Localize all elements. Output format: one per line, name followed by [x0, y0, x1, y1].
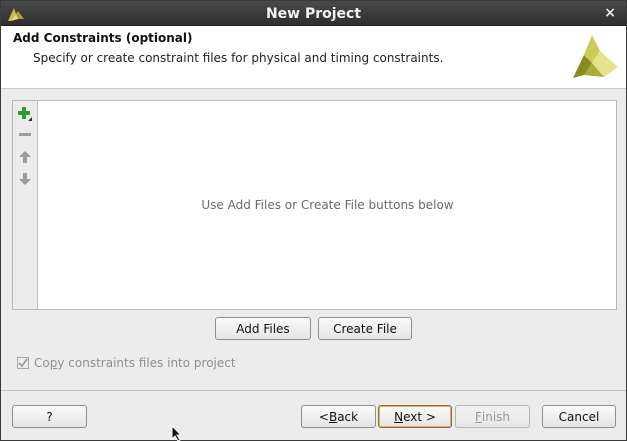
back-button[interactable]: < Back — [301, 405, 376, 428]
help-button[interactable]: ? — [12, 405, 87, 428]
remove-icon[interactable] — [15, 125, 35, 145]
close-icon[interactable]: × — [604, 5, 616, 21]
create-file-button[interactable]: Create File — [318, 317, 412, 340]
page-title: Add Constraints (optional) — [13, 31, 193, 45]
arrow-up-icon[interactable] — [15, 147, 35, 167]
copy-constraints-option[interactable]: Copy constraints files into project — [17, 355, 236, 371]
next-button[interactable]: Next > — [378, 405, 452, 428]
add-icon[interactable] — [15, 104, 35, 124]
files-toolbar — [13, 101, 38, 309]
window-title: New Project — [265, 6, 362, 22]
title-bar[interactable]: New Project × — [1, 1, 626, 26]
wizard-header: Add Constraints (optional) Specify or cr… — [1, 26, 626, 89]
page-description: Specify or create constraint files for p… — [33, 51, 444, 65]
add-files-button[interactable]: Add Files — [215, 317, 311, 340]
copy-constraints-checkbox[interactable] — [17, 357, 29, 369]
arrow-down-icon[interactable] — [15, 169, 35, 189]
footer-divider — [1, 390, 626, 391]
cancel-button[interactable]: Cancel — [542, 405, 616, 428]
copy-constraints-label: Copy constraints files into project — [34, 356, 236, 370]
new-project-dialog: New Project × Add Constraints (optional)… — [0, 0, 627, 441]
mouse-cursor-icon — [171, 425, 183, 441]
checkmark-icon — [18, 358, 28, 368]
constraint-files-panel[interactable]: Use Add Files or Create File buttons bel… — [12, 100, 617, 310]
finish-button[interactable]: Finish — [455, 405, 530, 428]
empty-list-placeholder: Use Add Files or Create File buttons bel… — [201, 198, 454, 212]
brand-logo-icon — [573, 35, 618, 78]
